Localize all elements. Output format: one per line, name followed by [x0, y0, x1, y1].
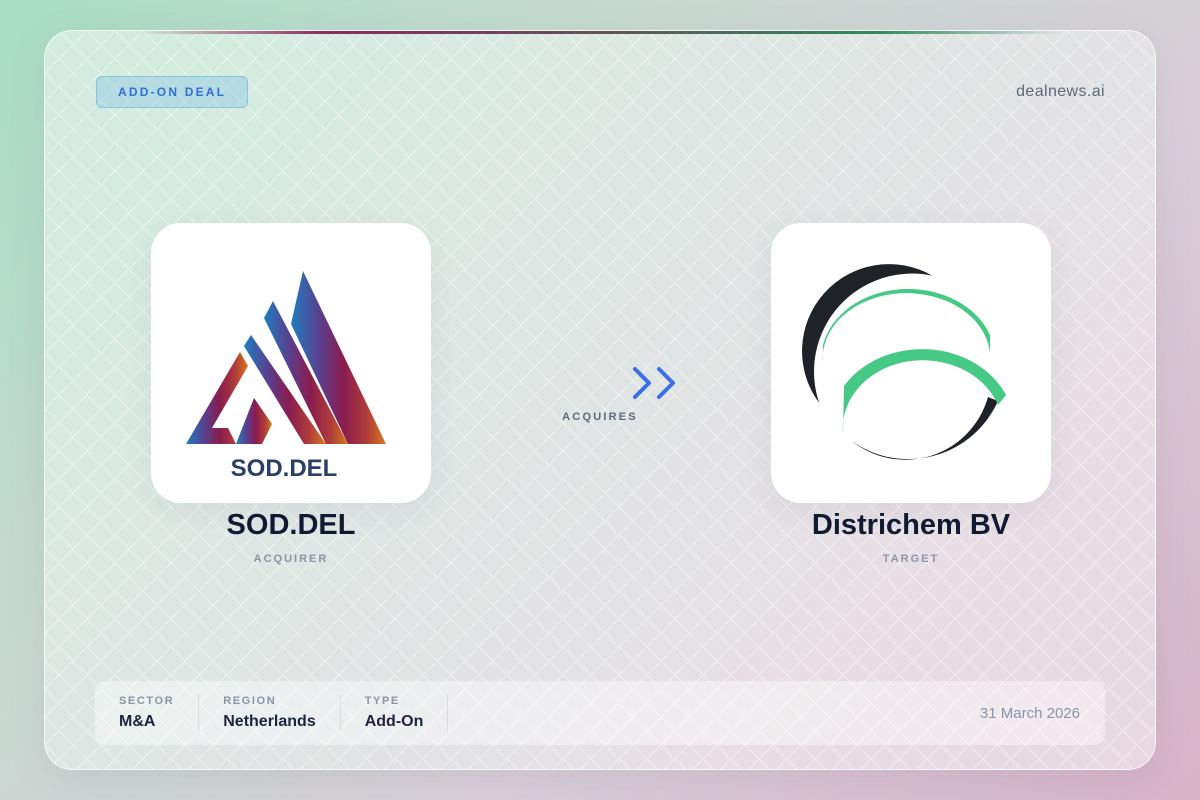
- type-value: Add-On: [364, 713, 424, 730]
- top-accent-line: [135, 31, 1065, 34]
- sector-field: SECTOR M&A: [95, 695, 200, 731]
- sector-label: SECTOR: [119, 695, 175, 707]
- type-field: TYPE Add-On: [341, 695, 449, 731]
- acquirer-logo: SOD.DEL: [151, 223, 431, 503]
- region-label: REGION: [223, 695, 277, 707]
- deal-type-badge: ADD-ON DEAL: [96, 76, 249, 108]
- acquirer-name: SOD.DEL: [226, 509, 356, 541]
- target-name: Districhem BV: [811, 509, 1011, 541]
- acquirer-logo-text: SOD.DEL: [231, 455, 338, 478]
- target-globe-icon: [802, 264, 1006, 460]
- deal-card: ADD-ON DEAL dealnews.ai SOD.DEL SOD.DEL …: [44, 30, 1156, 770]
- deal-info-bar: SECTOR M&A REGION Netherlands TYPE Add-O…: [95, 681, 1105, 745]
- sector-value: M&A: [119, 713, 156, 730]
- target-role: TARGET: [882, 553, 940, 565]
- region-field: REGION Netherlands: [199, 695, 341, 731]
- acquires-label: ACQUIRES: [562, 411, 638, 423]
- acquirer-triangle-icon: SOD.DEL: [186, 271, 386, 478]
- region-value: Netherlands: [223, 713, 316, 730]
- type-label: TYPE: [364, 695, 400, 707]
- acquires-arrow-icon: [517, 367, 675, 399]
- target-logo: [771, 223, 1051, 503]
- acquirer-role: ACQUIRER: [253, 553, 329, 565]
- brand-link[interactable]: dealnews.ai: [1016, 83, 1105, 101]
- deal-date: 31 March 2026: [979, 704, 1080, 722]
